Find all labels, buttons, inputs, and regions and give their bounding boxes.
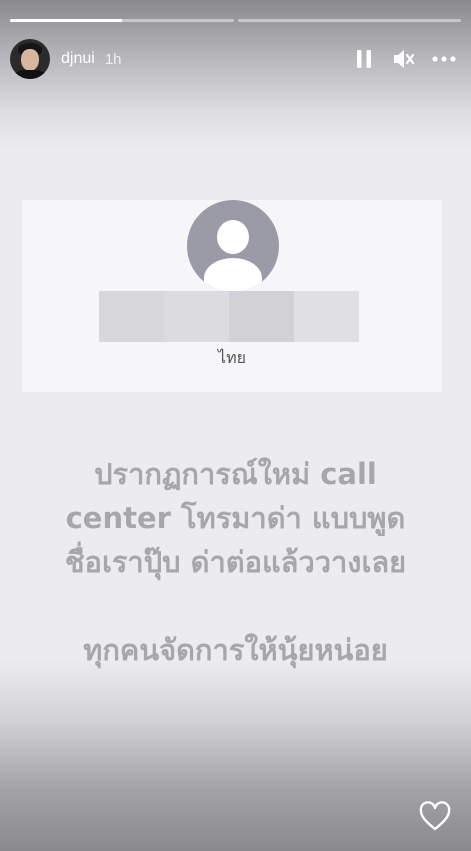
- story-progress: [10, 19, 461, 22]
- story-viewer[interactable]: djnui 1h ไทย ปรากฏการณ์ใหม่ call center …: [0, 0, 471, 851]
- avatar[interactable]: [10, 39, 50, 79]
- caption-line: ปรากฏการณ์ใหม่ call: [94, 457, 377, 491]
- like-button[interactable]: [419, 801, 451, 833]
- caption-line: center โทรมาด่า แบบพูด: [65, 501, 406, 535]
- progress-segment: [10, 19, 234, 22]
- post-time: 1h: [104, 50, 122, 68]
- speaker-muted-icon: [394, 50, 415, 68]
- username[interactable]: djnui: [61, 50, 95, 68]
- caption-line: ชื่อเราปุ๊บ ด่าต่อแล้ววางเลย: [64, 545, 407, 579]
- default-profile-icon: [187, 200, 279, 292]
- screenshot-card: ไทย: [22, 200, 442, 392]
- mute-button[interactable]: [389, 44, 419, 74]
- pause-button[interactable]: [349, 44, 379, 74]
- heart-icon: [419, 801, 451, 831]
- more-dots-icon: [432, 56, 456, 62]
- more-options-button[interactable]: [429, 44, 459, 74]
- pause-icon: [357, 50, 371, 68]
- story-caption: ปรากฏการณ์ใหม่ call center โทรมาด่า แบบพ…: [20, 452, 451, 672]
- story-header: djnui 1h: [10, 38, 459, 80]
- progress-segment: [237, 19, 461, 22]
- caption-line: ทุกคนจัดการให้นุ้ยหน่อย: [83, 633, 388, 667]
- censored-name: [99, 291, 359, 342]
- country-label: ไทย: [218, 348, 246, 367]
